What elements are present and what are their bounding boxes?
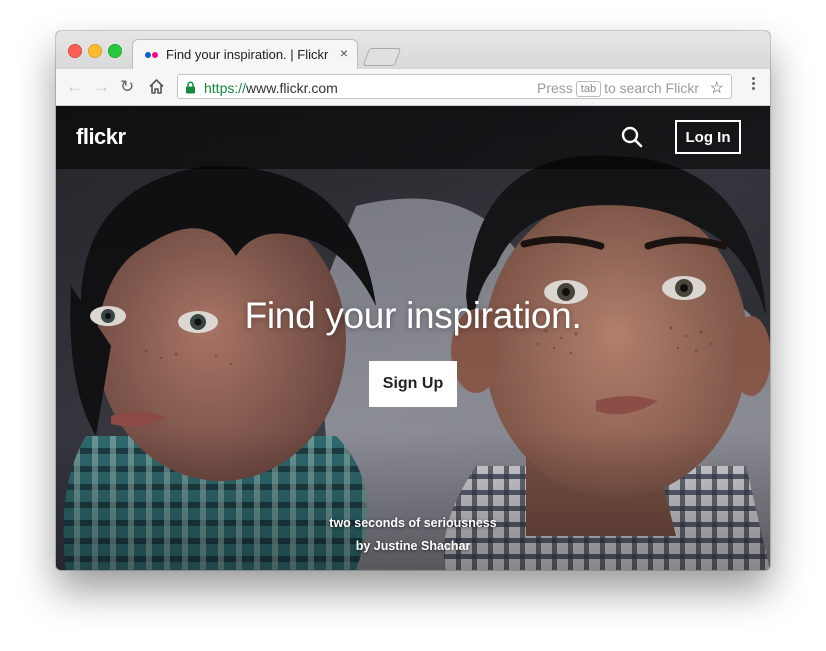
reload-icon[interactable]: ↻ (120, 77, 134, 97)
hint-prefix: Press (536, 80, 573, 96)
browser-toolbar: ← → ↻ https://www.flickr.com Press tab to … (56, 69, 770, 106)
tab-key-badge: tab (575, 81, 602, 97)
maximize-window-button[interactable] (108, 44, 122, 58)
star-icon[interactable]: ☆ (710, 78, 724, 98)
login-button[interactable]: Log In (675, 120, 741, 154)
close-window-button[interactable] (68, 44, 82, 58)
flickr-homepage: flickr Log In Find your inspiration. Sig… (56, 106, 770, 570)
menu-icon[interactable] (752, 77, 756, 92)
photo-credit[interactable]: two seconds of seriousness by Justine Sh… (56, 512, 770, 558)
url-host: www.flickr.com (246, 80, 338, 96)
back-icon[interactable]: ← (66, 77, 83, 97)
url-scheme: https:// (204, 80, 247, 96)
title-bar: Find your inspiration. | Flickr × (56, 31, 770, 70)
search-icon[interactable] (621, 126, 643, 153)
forward-icon[interactable]: → (93, 77, 110, 97)
signup-button[interactable]: Sign Up (369, 361, 457, 407)
search-hint: Press tab to search Flickr (537, 80, 699, 97)
home-icon[interactable] (148, 78, 165, 100)
flickr-favicon (145, 52, 159, 58)
hint-suffix: to search Flickr (604, 80, 699, 96)
new-tab-button[interactable] (362, 48, 402, 66)
browser-tab[interactable]: Find your inspiration. | Flickr × (132, 39, 358, 70)
lock-icon (185, 81, 196, 99)
minimize-window-button[interactable] (88, 44, 102, 58)
site-header: flickr Log In (56, 106, 770, 169)
photo-author[interactable]: by Justine Shachar (56, 535, 770, 558)
browser-window: Find your inspiration. | Flickr × ← → ↻ … (56, 31, 770, 570)
tab-close-icon[interactable]: × (340, 46, 348, 60)
tab-title: Find your inspiration. | Flickr (166, 47, 329, 62)
hero-headline: Find your inspiration. (244, 295, 582, 336)
url-text: https://www.flickr.com (204, 80, 338, 96)
hero-photo (56, 106, 770, 570)
photo-title[interactable]: two seconds of seriousness (56, 512, 770, 535)
address-bar[interactable]: https://www.flickr.com Press tab to search… (177, 74, 732, 99)
flickr-logo[interactable]: flickr (76, 124, 126, 150)
